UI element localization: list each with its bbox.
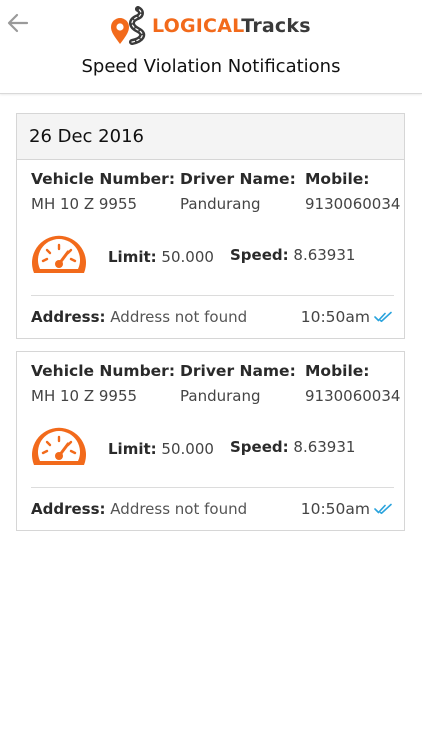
speed-label: Speed: (230, 246, 289, 264)
driver-name-label: Driver Name: (180, 362, 296, 380)
speed-value: 8.63931 (293, 438, 356, 456)
address-label: Address: (31, 500, 106, 518)
time-value: 10:50am (300, 308, 370, 326)
logo-road-pin-icon (111, 6, 146, 45)
vehicle-number-value: MH 10 Z 9955 (31, 387, 138, 405)
driver-name-label: Driver Name: (180, 170, 296, 188)
double-check-icon (374, 503, 392, 515)
limit-label: Limit: (108, 248, 157, 266)
speed-field: Speed: 8.63931 (230, 438, 355, 456)
notification-card[interactable]: Vehicle Number: Driver Name: Mobile: MH … (16, 351, 405, 531)
speed-label: Speed: (230, 438, 289, 456)
arrow-left-icon (7, 13, 29, 33)
address-field: Address: Address not found (31, 308, 247, 326)
address-value: Address not found (110, 308, 248, 326)
speedometer-icon (32, 235, 86, 273)
speed-value: 8.63931 (293, 246, 356, 264)
timestamp: 10:50am (301, 308, 392, 326)
card-divider (31, 487, 394, 488)
limit-value: 50.000 (161, 248, 214, 266)
address-label: Address: (31, 308, 106, 326)
speed-field: Speed: 8.63931 (230, 246, 355, 264)
driver-name-value: Pandurang (180, 195, 261, 213)
speedometer-icon (32, 427, 86, 465)
limit-field: Limit: 50.000 (108, 440, 214, 458)
address-field: Address: Address not found (31, 500, 247, 518)
limit-field: Limit: 50.000 (108, 248, 214, 266)
logo-text-part1: LOGICAL (152, 15, 242, 37)
mobile-label: Mobile: (305, 170, 370, 188)
mobile-label: Mobile: (305, 362, 370, 380)
limit-label: Limit: (108, 440, 157, 458)
vehicle-number-label: Vehicle Number: (31, 362, 176, 380)
vehicle-number-label: Vehicle Number: (31, 170, 176, 188)
back-button[interactable] (6, 10, 30, 36)
time-value: 10:50am (300, 500, 370, 518)
address-value: Address not found (110, 500, 248, 518)
timestamp: 10:50am (301, 500, 392, 518)
vehicle-number-value: MH 10 Z 9955 (31, 195, 138, 213)
date-group-header: 26 Dec 2016 (16, 113, 405, 159)
notification-card[interactable]: Vehicle Number: Driver Name: Mobile: MH … (16, 159, 405, 339)
mobile-value: 9130060034 (305, 387, 401, 405)
logo-text-part2: Tracks (241, 15, 311, 37)
logo-wordmark: LOGICALTracks (152, 15, 311, 37)
page-title: Speed Violation Notifications (81, 56, 341, 77)
top-bar: LOGICALTracks Speed Violation Notificati… (0, 0, 422, 94)
limit-value: 50.000 (161, 440, 214, 458)
driver-name-value: Pandurang (180, 387, 261, 405)
mobile-value: 9130060034 (305, 195, 401, 213)
card-divider (31, 295, 394, 296)
double-check-icon (374, 311, 392, 323)
app-screen: LOGICALTracks Speed Violation Notificati… (0, 0, 422, 750)
app-logo: LOGICALTracks (108, 6, 311, 46)
